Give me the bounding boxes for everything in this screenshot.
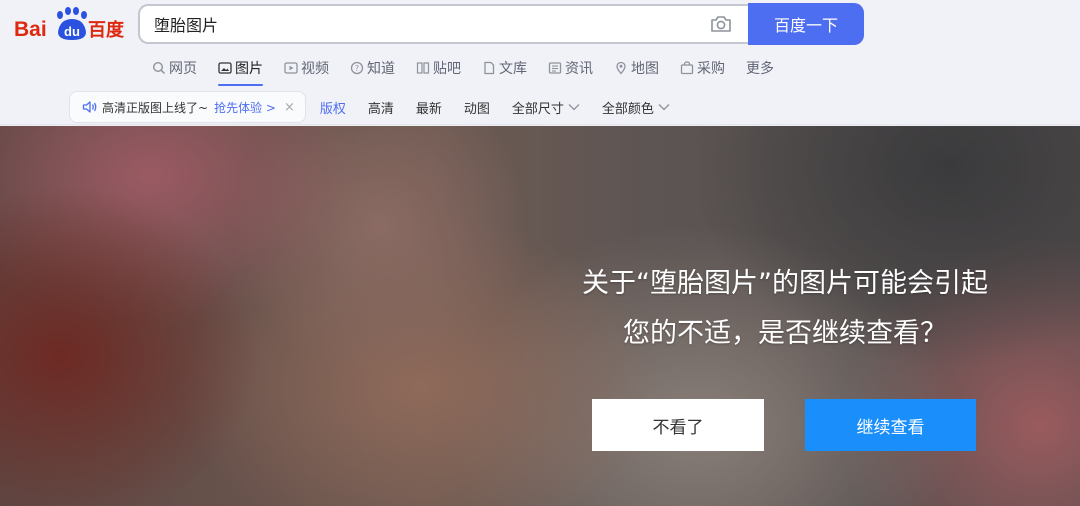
warning-line-1: 关于“堕胎图片”的图片可能会引起: [582, 268, 988, 299]
logo-text-bai: Bai: [14, 18, 47, 41]
color-dropdown-label: 全部颜色: [601, 101, 654, 117]
color-dropdown[interactable]: 全部颜色: [602, 98, 670, 117]
tab-video[interactable]: 视频: [284, 56, 329, 80]
warning-line-2: 您的不适，是否继续查看？: [623, 318, 947, 349]
decline-button[interactable]: 不看了: [592, 399, 764, 451]
search-button[interactable]: 百度一下: [748, 3, 864, 45]
filter-latest[interactable]: 最新: [416, 98, 442, 117]
search-icon: [152, 61, 166, 75]
filter-hd[interactable]: 高清: [368, 98, 394, 117]
tab-label: 网页: [169, 61, 197, 77]
document-icon: [484, 61, 495, 75]
chevron-down-icon: [568, 104, 580, 111]
blurred-image-results: 关于“堕胎图片”的图片可能会引起 您的不适，是否继续查看？ 不看了 继续查看: [0, 126, 1080, 506]
filter-animated[interactable]: 动图: [464, 98, 490, 117]
notice-banner: 高清正版图上线了~ 抢先体验 > ×: [69, 91, 306, 123]
tab-label: 资讯: [565, 61, 593, 77]
logo-text-du: du: [64, 24, 80, 39]
tab-zhidao[interactable]: ? 知道: [350, 56, 395, 80]
tab-tieba[interactable]: 贴吧: [416, 56, 461, 80]
video-icon: [284, 62, 298, 74]
tab-label: 图片: [235, 61, 263, 77]
tieba-icon: [416, 62, 430, 74]
search-type-nav: 网页 图片 视频 ? 知道 贴吧 文库 资讯 地图 采购 更多: [152, 56, 795, 86]
filter-row: 高清正版图上线了~ 抢先体验 > × 版权 高清 最新 动图 全部尺寸 全部颜色: [69, 90, 670, 124]
close-icon[interactable]: ×: [284, 100, 295, 115]
chevron-down-icon: [658, 104, 670, 111]
tab-label: 视频: [301, 61, 329, 77]
tab-label: 更多: [746, 61, 774, 77]
image-icon: [218, 62, 232, 74]
shopping-icon: [680, 61, 694, 75]
question-icon: ?: [350, 61, 364, 75]
filter-copyright[interactable]: 版权: [320, 98, 346, 117]
baidu-logo[interactable]: Bai du 百度: [14, 6, 126, 44]
tab-more[interactable]: 更多: [746, 56, 774, 80]
tab-web[interactable]: 网页: [152, 56, 197, 80]
search-box: [138, 4, 750, 44]
tab-label: 文库: [499, 61, 527, 77]
continue-viewing-button[interactable]: 继续查看: [805, 399, 976, 451]
tab-news[interactable]: 资讯: [548, 56, 593, 80]
map-icon: [616, 61, 626, 75]
tab-map[interactable]: 地图: [614, 56, 659, 80]
size-dropdown-label: 全部尺寸: [511, 101, 564, 117]
tab-label: 采购: [697, 61, 725, 77]
tab-label: 地图: [631, 61, 659, 77]
camera-icon[interactable]: [710, 14, 732, 34]
search-header: Bai du 百度 百度一下 网页: [0, 0, 1080, 125]
logo-text-cn: 百度: [88, 19, 125, 41]
tab-images[interactable]: 图片: [218, 56, 263, 86]
tab-purchase[interactable]: 采购: [680, 56, 725, 80]
tab-label: 知道: [367, 61, 395, 77]
content-warning-message: 关于“堕胎图片”的图片可能会引起 您的不适，是否继续查看？: [550, 259, 1020, 359]
tab-label: 贴吧: [433, 61, 461, 77]
size-dropdown[interactable]: 全部尺寸: [512, 98, 580, 117]
speaker-icon: [82, 101, 97, 113]
search-input[interactable]: [154, 6, 694, 42]
notice-link[interactable]: 抢先体验 >: [214, 99, 276, 116]
svg-text:?: ?: [355, 64, 359, 73]
news-icon: [548, 62, 562, 74]
notice-text: 高清正版图上线了~: [102, 100, 209, 115]
tab-wenku[interactable]: 文库: [482, 56, 527, 80]
